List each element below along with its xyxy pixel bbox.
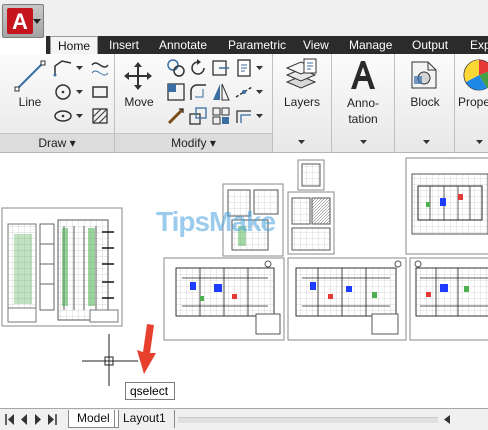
rectangle-icon[interactable] (89, 81, 111, 103)
modify-panel-footer[interactable]: Modify ▾ (115, 133, 272, 152)
command-tooltip: qselect (125, 382, 175, 400)
annotation-label-line2: tation (348, 112, 378, 126)
floor-plan-sheet (163, 257, 285, 341)
line-label: Line (18, 95, 42, 109)
layers-label[interactable]: Layers (279, 95, 325, 109)
chevron-down-icon[interactable] (298, 140, 305, 145)
panel-divider (331, 54, 332, 153)
polyline-icon[interactable] (52, 57, 74, 79)
offset-icon[interactable] (233, 105, 255, 127)
line-tool-icon[interactable] (14, 60, 46, 92)
tab-annotate[interactable]: Annotate (159, 36, 207, 54)
last-tab-arrow-icon[interactable] (46, 413, 58, 426)
panel-divider (272, 54, 273, 153)
first-tab-arrow-icon[interactable] (4, 413, 16, 426)
next-tab-arrow-icon[interactable] (32, 413, 44, 426)
chevron-down-icon[interactable] (256, 66, 263, 71)
layout-tab-bar: Model Layout1 (0, 408, 488, 430)
tab-insert[interactable]: Insert (109, 36, 139, 54)
move-label: Move (124, 95, 154, 109)
ribbon-panel: Line Draw ▾ Move Modify ▾ Layers Anno- t… (0, 54, 488, 153)
scale-icon[interactable] (187, 105, 209, 127)
arrow-pointer-icon (137, 324, 156, 374)
scroll-left-arrow-icon[interactable] (442, 414, 452, 425)
chevron-down-icon (33, 19, 41, 24)
circle-icon[interactable] (52, 81, 74, 103)
tab-model[interactable]: Model (68, 410, 119, 428)
annotation-label-line1: Anno- (346, 96, 380, 110)
rotate-icon[interactable] (187, 57, 209, 79)
block-label[interactable]: Block (404, 95, 446, 109)
tab-manage[interactable]: Manage (349, 36, 392, 54)
chevron-down-icon[interactable] (76, 90, 83, 95)
autocad-logo-icon: A (7, 8, 33, 34)
chevron-down-icon[interactable] (476, 140, 483, 145)
mirror-triangle-icon[interactable] (210, 81, 232, 103)
horizontal-scrollbar-track[interactable] (178, 417, 438, 423)
annotation-label[interactable]: Anno- tation (340, 95, 386, 127)
layers-icon[interactable] (284, 58, 318, 92)
properties-palette-icon[interactable] (462, 58, 488, 92)
block-icon[interactable] (408, 58, 440, 92)
drawing-sheets (1, 157, 488, 386)
mirror-icon[interactable] (165, 81, 187, 103)
application-menu-button[interactable]: A (2, 4, 44, 38)
panel-divider (454, 54, 455, 153)
move-tool-icon[interactable] (122, 60, 154, 92)
chevron-down-icon[interactable] (76, 114, 83, 119)
tab-home[interactable]: Home (50, 36, 99, 55)
watermark: TipsMake (156, 206, 276, 237)
fillet-icon[interactable] (187, 81, 209, 103)
floor-plan-sheet (287, 257, 407, 341)
svg-text:A: A (12, 9, 28, 34)
annotation-text-icon[interactable] (348, 58, 378, 92)
chevron-down-icon[interactable] (76, 66, 83, 71)
tab-view[interactable]: View (303, 36, 329, 54)
tab-parametric[interactable]: Parametric (228, 36, 286, 54)
properties-label[interactable]: Prope (458, 95, 488, 109)
panel-divider (394, 54, 395, 153)
stretch-icon[interactable] (165, 105, 187, 127)
erase-icon[interactable] (233, 57, 255, 79)
floor-plan-sheet (409, 257, 488, 341)
tab-express[interactable]: Exp (470, 36, 488, 54)
chevron-down-icon[interactable] (423, 140, 430, 145)
crosshair-cursor-icon (82, 334, 138, 386)
tab-output[interactable]: Output (412, 36, 448, 54)
model-space-canvas[interactable]: TipsMake (0, 154, 488, 408)
copy-icon[interactable] (165, 57, 187, 79)
hatch-icon[interactable] (89, 105, 111, 127)
explode-icon[interactable] (233, 81, 255, 103)
ribbon-tab-bar: Home Insert Annotate Parametric View Man… (46, 36, 488, 55)
trim-icon[interactable] (210, 57, 232, 79)
ellipse-icon[interactable] (52, 105, 74, 127)
draw-panel-footer[interactable]: Draw ▾ (0, 133, 114, 152)
previous-tab-arrow-icon[interactable] (18, 413, 30, 426)
chevron-down-icon[interactable] (256, 114, 263, 119)
title-bar: A (0, 0, 488, 38)
spline-icon[interactable] (89, 57, 111, 79)
chevron-down-icon[interactable] (360, 140, 367, 145)
chevron-down-icon[interactable] (256, 90, 263, 95)
tab-layout1[interactable]: Layout1 (114, 410, 175, 428)
array-icon[interactable] (210, 105, 232, 127)
